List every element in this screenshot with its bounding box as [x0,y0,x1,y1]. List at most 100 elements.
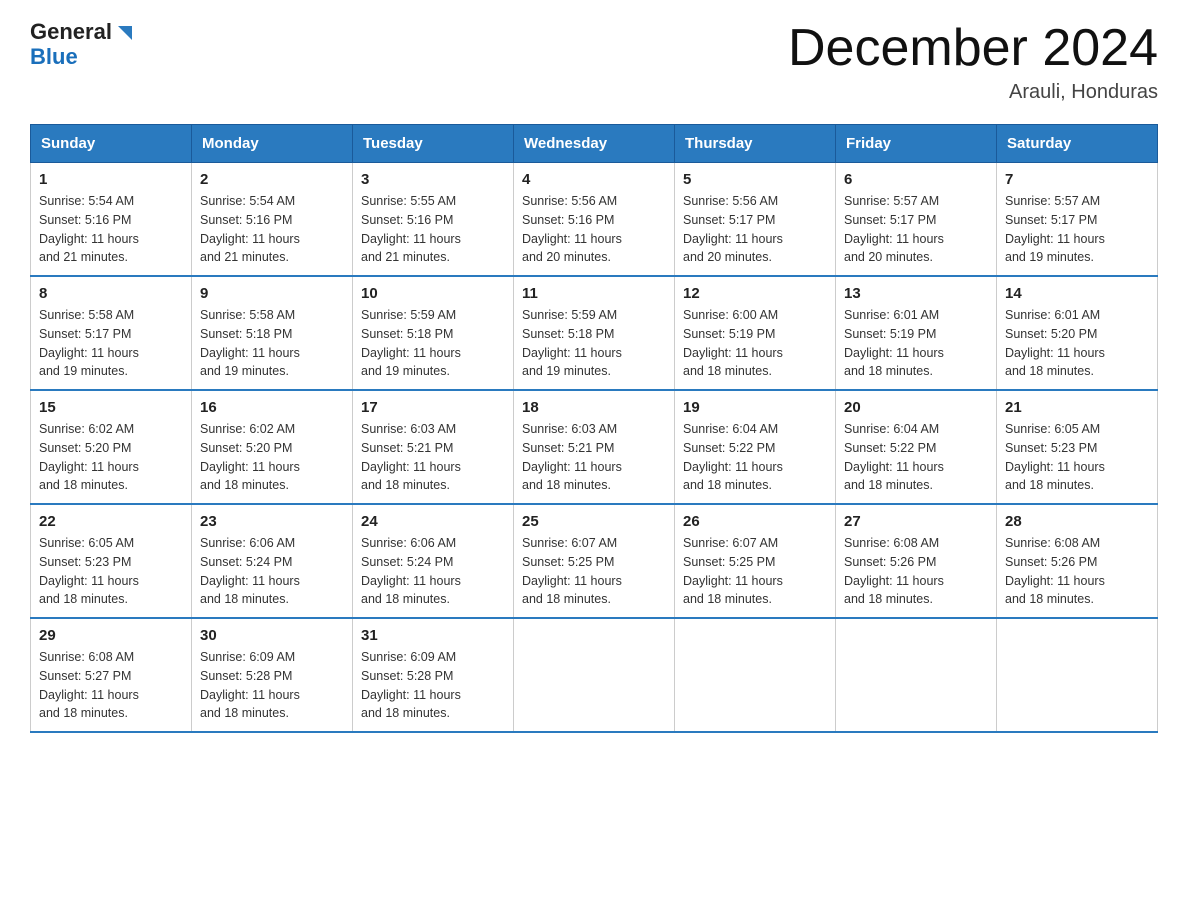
week-row-2: 8 Sunrise: 5:58 AMSunset: 5:17 PMDaylight… [31,276,1158,390]
day-info: Sunrise: 5:57 AMSunset: 5:17 PMDaylight:… [1005,192,1149,267]
day-number: 29 [39,627,183,644]
calendar-cell: 31Sunrise: 6:09 AMSunset: 5:28 PMDayligh… [353,618,514,732]
day-info: Sunrise: 6:05 AMSunset: 5:23 PMDaylight:… [39,534,183,609]
calendar-cell: 11 Sunrise: 5:59 AMSunset: 5:18 PMDayligh… [514,276,675,390]
calendar-cell: 8 Sunrise: 5:58 AMSunset: 5:17 PMDaylight… [31,276,192,390]
day-info: Sunrise: 6:03 AMSunset: 5:21 PMDaylight:… [361,420,505,495]
day-info: Sunrise: 5:54 AMSunset: 5:16 PMDaylight:… [200,192,344,267]
day-info: Sunrise: 6:01 AMSunset: 5:20 PMDaylight:… [1005,306,1149,381]
header-wednesday: Wednesday [514,125,675,163]
calendar-cell: 15Sunrise: 6:02 AMSunset: 5:20 PMDayligh… [31,390,192,504]
calendar-cell: 21 Sunrise: 6:05 AMSunset: 5:23 PMDayligh… [997,390,1158,504]
week-row-4: 22 Sunrise: 6:05 AMSunset: 5:23 PMDayligh… [31,504,1158,618]
day-number: 14 [1005,285,1149,302]
calendar-cell [997,618,1158,732]
day-number: 10 [361,285,505,302]
day-number: 17 [361,399,505,416]
page-header: General Blue December 2024 Arauli, Hondu… [30,20,1158,104]
day-number: 18 [522,399,666,416]
calendar-cell: 14 Sunrise: 6:01 AMSunset: 5:20 PMDayligh… [997,276,1158,390]
day-number: 26 [683,513,827,530]
day-number: 30 [200,627,344,644]
calendar-cell: 2Sunrise: 5:54 AMSunset: 5:16 PMDaylight… [192,163,353,277]
day-info: Sunrise: 6:03 AMSunset: 5:21 PMDaylight:… [522,420,666,495]
day-number: 6 [844,171,988,188]
day-number: 16 [200,399,344,416]
day-number: 8 [39,285,183,302]
day-info: Sunrise: 6:02 AMSunset: 5:20 PMDaylight:… [39,420,183,495]
day-info: Sunrise: 5:58 AMSunset: 5:17 PMDaylight:… [39,306,183,381]
week-row-3: 15Sunrise: 6:02 AMSunset: 5:20 PMDayligh… [31,390,1158,504]
calendar-cell [675,618,836,732]
header-tuesday: Tuesday [353,125,514,163]
logo: General Blue [30,20,136,70]
location: Arauli, Honduras [788,81,1158,104]
calendar-header-row: SundayMondayTuesdayWednesdayThursdayFrid… [31,125,1158,163]
day-info: Sunrise: 5:59 AMSunset: 5:18 PMDaylight:… [522,306,666,381]
day-info: Sunrise: 5:58 AMSunset: 5:18 PMDaylight:… [200,306,344,381]
header-saturday: Saturday [997,125,1158,163]
day-number: 20 [844,399,988,416]
month-title: December 2024 [788,20,1158,77]
day-number: 21 [1005,399,1149,416]
day-info: Sunrise: 6:09 AMSunset: 5:28 PMDaylight:… [200,648,344,723]
calendar-cell: 17 Sunrise: 6:03 AMSunset: 5:21 PMDayligh… [353,390,514,504]
calendar-cell [836,618,997,732]
day-info: Sunrise: 5:56 AMSunset: 5:16 PMDaylight:… [522,192,666,267]
day-number: 22 [39,513,183,530]
header-thursday: Thursday [675,125,836,163]
day-info: Sunrise: 6:06 AMSunset: 5:24 PMDaylight:… [200,534,344,609]
day-number: 28 [1005,513,1149,530]
calendar-cell: 23 Sunrise: 6:06 AMSunset: 5:24 PMDayligh… [192,504,353,618]
day-number: 24 [361,513,505,530]
calendar-cell: 16Sunrise: 6:02 AMSunset: 5:20 PMDayligh… [192,390,353,504]
calendar-cell: 6Sunrise: 5:57 AMSunset: 5:17 PMDaylight… [836,163,997,277]
day-info: Sunrise: 6:05 AMSunset: 5:23 PMDaylight:… [1005,420,1149,495]
day-number: 25 [522,513,666,530]
day-info: Sunrise: 6:04 AMSunset: 5:22 PMDaylight:… [844,420,988,495]
day-info: Sunrise: 6:00 AMSunset: 5:19 PMDaylight:… [683,306,827,381]
title-block: December 2024 Arauli, Honduras [788,20,1158,104]
day-info: Sunrise: 6:08 AMSunset: 5:26 PMDaylight:… [844,534,988,609]
week-row-5: 29 Sunrise: 6:08 AMSunset: 5:27 PMDayligh… [31,618,1158,732]
day-number: 11 [522,285,666,302]
day-info: Sunrise: 6:04 AMSunset: 5:22 PMDaylight:… [683,420,827,495]
week-row-1: 1 Sunrise: 5:54 AMSunset: 5:16 PMDaylight… [31,163,1158,277]
day-number: 4 [522,171,666,188]
calendar-table: SundayMondayTuesdayWednesdayThursdayFrid… [30,124,1158,733]
day-number: 5 [683,171,827,188]
day-number: 23 [200,513,344,530]
header-monday: Monday [192,125,353,163]
calendar-cell: 20 Sunrise: 6:04 AMSunset: 5:22 PMDayligh… [836,390,997,504]
day-number: 12 [683,285,827,302]
calendar-cell: 19 Sunrise: 6:04 AMSunset: 5:22 PMDayligh… [675,390,836,504]
calendar-cell: 27Sunrise: 6:08 AMSunset: 5:26 PMDayligh… [836,504,997,618]
day-number: 19 [683,399,827,416]
calendar-cell: 24 Sunrise: 6:06 AMSunset: 5:24 PMDayligh… [353,504,514,618]
day-number: 9 [200,285,344,302]
day-number: 13 [844,285,988,302]
day-info: Sunrise: 6:07 AMSunset: 5:25 PMDaylight:… [683,534,827,609]
calendar-cell: 13 Sunrise: 6:01 AMSunset: 5:19 PMDayligh… [836,276,997,390]
calendar-cell: 10 Sunrise: 5:59 AMSunset: 5:18 PMDayligh… [353,276,514,390]
logo-triangle-icon [114,22,136,44]
calendar-cell: 9 Sunrise: 5:58 AMSunset: 5:18 PMDaylight… [192,276,353,390]
day-number: 3 [361,171,505,188]
day-number: 1 [39,171,183,188]
calendar-cell: 12 Sunrise: 6:00 AMSunset: 5:19 PMDayligh… [675,276,836,390]
logo-general: General [30,20,112,44]
day-info: Sunrise: 6:01 AMSunset: 5:19 PMDaylight:… [844,306,988,381]
calendar-cell: 25Sunrise: 6:07 AMSunset: 5:25 PMDayligh… [514,504,675,618]
calendar-cell: 28 Sunrise: 6:08 AMSunset: 5:26 PMDayligh… [997,504,1158,618]
calendar-cell: 30 Sunrise: 6:09 AMSunset: 5:28 PMDayligh… [192,618,353,732]
day-info: Sunrise: 5:59 AMSunset: 5:18 PMDaylight:… [361,306,505,381]
day-info: Sunrise: 6:08 AMSunset: 5:26 PMDaylight:… [1005,534,1149,609]
day-info: Sunrise: 6:06 AMSunset: 5:24 PMDaylight:… [361,534,505,609]
calendar-cell: 18 Sunrise: 6:03 AMSunset: 5:21 PMDayligh… [514,390,675,504]
calendar-cell: 5Sunrise: 5:56 AMSunset: 5:17 PMDaylight… [675,163,836,277]
calendar-cell [514,618,675,732]
header-friday: Friday [836,125,997,163]
logo-blue: Blue [30,44,78,69]
day-info: Sunrise: 5:54 AMSunset: 5:16 PMDaylight:… [39,192,183,267]
day-info: Sunrise: 6:08 AMSunset: 5:27 PMDaylight:… [39,648,183,723]
